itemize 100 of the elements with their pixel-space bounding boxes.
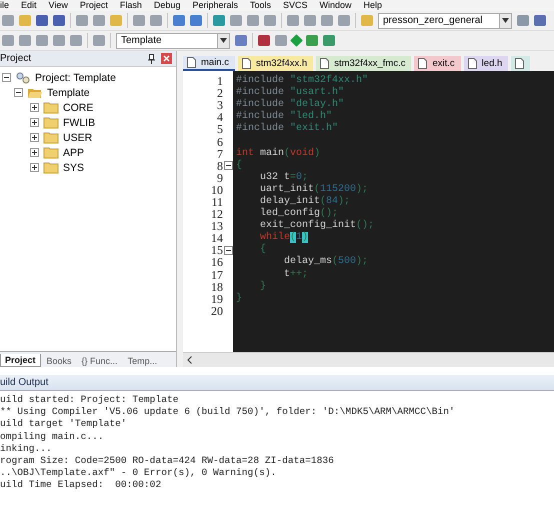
file-icon bbox=[515, 58, 524, 69]
code-line: uart_init(115200); bbox=[259, 184, 368, 195]
file-tab[interactable] bbox=[511, 56, 530, 71]
line-number: 15 bbox=[211, 244, 223, 256]
code-line: exit_config_init(); bbox=[259, 220, 374, 232]
line-number: 12 bbox=[211, 208, 223, 220]
menu-item[interactable]: ile bbox=[0, 1, 10, 10]
line-number: 8 bbox=[217, 160, 223, 172]
expand-icon[interactable] bbox=[30, 148, 39, 157]
line-number: 7 bbox=[217, 148, 223, 160]
tree-item[interactable]: SYS bbox=[63, 162, 84, 174]
menu-item[interactable]: Edit bbox=[21, 1, 37, 10]
file-tab[interactable]: main.c bbox=[183, 56, 235, 71]
tree-item[interactable]: APP bbox=[63, 146, 84, 158]
collapse-icon[interactable] bbox=[224, 161, 233, 170]
file-tab[interactable]: exit.c bbox=[414, 56, 461, 71]
menu-item[interactable]: Help bbox=[364, 1, 382, 10]
caret-icon bbox=[220, 38, 227, 43]
line-number: 17 bbox=[211, 268, 223, 281]
file-icon bbox=[187, 57, 196, 68]
line-number: 18 bbox=[211, 280, 223, 293]
line-number: 16 bbox=[211, 256, 223, 268]
file-tab[interactable]: led.h bbox=[464, 56, 508, 71]
code-line: delay_init(84); bbox=[259, 196, 350, 207]
expand-icon[interactable] bbox=[30, 118, 39, 127]
file-tab[interactable]: stm32f4xx_fmc.c bbox=[316, 56, 412, 71]
menu-item[interactable]: Flash bbox=[120, 1, 142, 10]
line-number: 2 bbox=[217, 87, 223, 100]
code-line: #include "usart.h" bbox=[236, 87, 344, 98]
panel-tab[interactable]: Project bbox=[0, 354, 41, 367]
project-dropdown[interactable]: Template bbox=[116, 32, 230, 48]
panel-title: Project bbox=[0, 53, 32, 64]
line-number: 13 bbox=[211, 220, 223, 232]
menu-item[interactable]: Window bbox=[320, 1, 352, 10]
menu-item[interactable]: Tools bbox=[250, 1, 271, 10]
scroll-left-icon[interactable] bbox=[187, 356, 192, 364]
expand-icon[interactable] bbox=[30, 103, 39, 112]
caret-icon bbox=[502, 18, 509, 23]
code-line: led_config(); bbox=[259, 208, 338, 220]
tree-item[interactable]: CORE bbox=[63, 102, 94, 114]
output-line: uild started: Project: Template bbox=[0, 394, 180, 406]
line-number: 14 bbox=[211, 232, 223, 244]
expand-icon[interactable] bbox=[30, 133, 39, 142]
file-icon bbox=[468, 58, 477, 69]
output-line: ** Using Compiler 'V5.06 update 6 (build 750)', folder: 'D:\MDK5\ARM\ARMCC\Bin' bbox=[0, 406, 456, 418]
menu-item[interactable]: Project bbox=[80, 1, 108, 10]
folder-icon bbox=[43, 116, 59, 129]
collapse-icon[interactable] bbox=[224, 246, 233, 255]
folder-icon bbox=[43, 161, 59, 174]
line-number: 1 bbox=[217, 75, 223, 88]
panel-tab[interactable]: Temp... bbox=[124, 355, 162, 367]
collapse-icon[interactable] bbox=[2, 73, 11, 82]
line-number: 5 bbox=[217, 123, 223, 136]
code-line: { bbox=[259, 244, 266, 256]
folder-icon bbox=[43, 101, 59, 114]
line-number: 11 bbox=[211, 196, 223, 208]
menu-item[interactable]: Debug bbox=[154, 1, 180, 10]
code-line: u32 t=0; bbox=[259, 172, 308, 183]
line-number: 9 bbox=[217, 172, 223, 184]
code-line: } bbox=[236, 292, 242, 304]
tree-item[interactable]: Template bbox=[47, 86, 90, 98]
menu-item[interactable]: View bbox=[48, 1, 68, 10]
project-icon bbox=[15, 70, 31, 84]
tree-item[interactable]: Project: Template bbox=[35, 72, 116, 84]
code-line: t++; bbox=[283, 268, 308, 280]
collapse-icon[interactable] bbox=[14, 88, 23, 97]
panel-tab[interactable]: {} Func... bbox=[78, 355, 122, 367]
code-line: int main(void) bbox=[236, 148, 320, 159]
dropdown-button[interactable] bbox=[499, 14, 511, 28]
code-line: #include "led.h" bbox=[236, 111, 332, 122]
file-icon bbox=[242, 58, 251, 69]
code-line: delay_ms(500); bbox=[283, 256, 368, 268]
output-line: uild target 'Template' bbox=[0, 418, 128, 431]
code-line: #include "delay.h" bbox=[236, 99, 344, 110]
code-line: { bbox=[236, 160, 242, 171]
target-dropdown[interactable]: presson_zero_general bbox=[378, 12, 512, 28]
output-line: uild Time Elapsed: 00:00:02 bbox=[0, 479, 162, 492]
file-tab[interactable]: stm32f4xx.h bbox=[238, 56, 314, 71]
line-number: 19 bbox=[211, 292, 223, 305]
output-line: ompiling main.c... bbox=[0, 430, 105, 443]
tree-item[interactable]: FWLIB bbox=[63, 116, 96, 128]
output-line: ..\OBJ\Template.axf" - 0 Error(s), 0 Warning(s). bbox=[0, 467, 278, 480]
output-line: rogram Size: Code=2500 RO-data=424 RW-data=28 ZI-data=1836 bbox=[0, 454, 335, 468]
line-number: 10 bbox=[211, 184, 223, 196]
folder-icon bbox=[43, 131, 59, 144]
close-icon[interactable] bbox=[161, 53, 172, 64]
line-number: 3 bbox=[217, 99, 223, 112]
panel-tab[interactable]: Books bbox=[42, 355, 76, 367]
line-number: 6 bbox=[217, 136, 223, 148]
folder-icon bbox=[43, 146, 59, 159]
tree-item[interactable]: USER bbox=[63, 132, 92, 144]
menu-item[interactable]: Peripherals bbox=[192, 1, 238, 10]
pin-icon[interactable] bbox=[148, 54, 155, 64]
menu-item[interactable]: SVCS bbox=[283, 1, 308, 10]
panel-title: uild Output bbox=[0, 377, 48, 388]
code-line: while(1) bbox=[259, 232, 308, 244]
dropdown-button[interactable] bbox=[217, 34, 229, 48]
horizontal-scrollbar[interactable] bbox=[183, 352, 554, 367]
expand-icon[interactable] bbox=[30, 163, 39, 172]
code-line: #include "exit.h" bbox=[236, 123, 338, 134]
